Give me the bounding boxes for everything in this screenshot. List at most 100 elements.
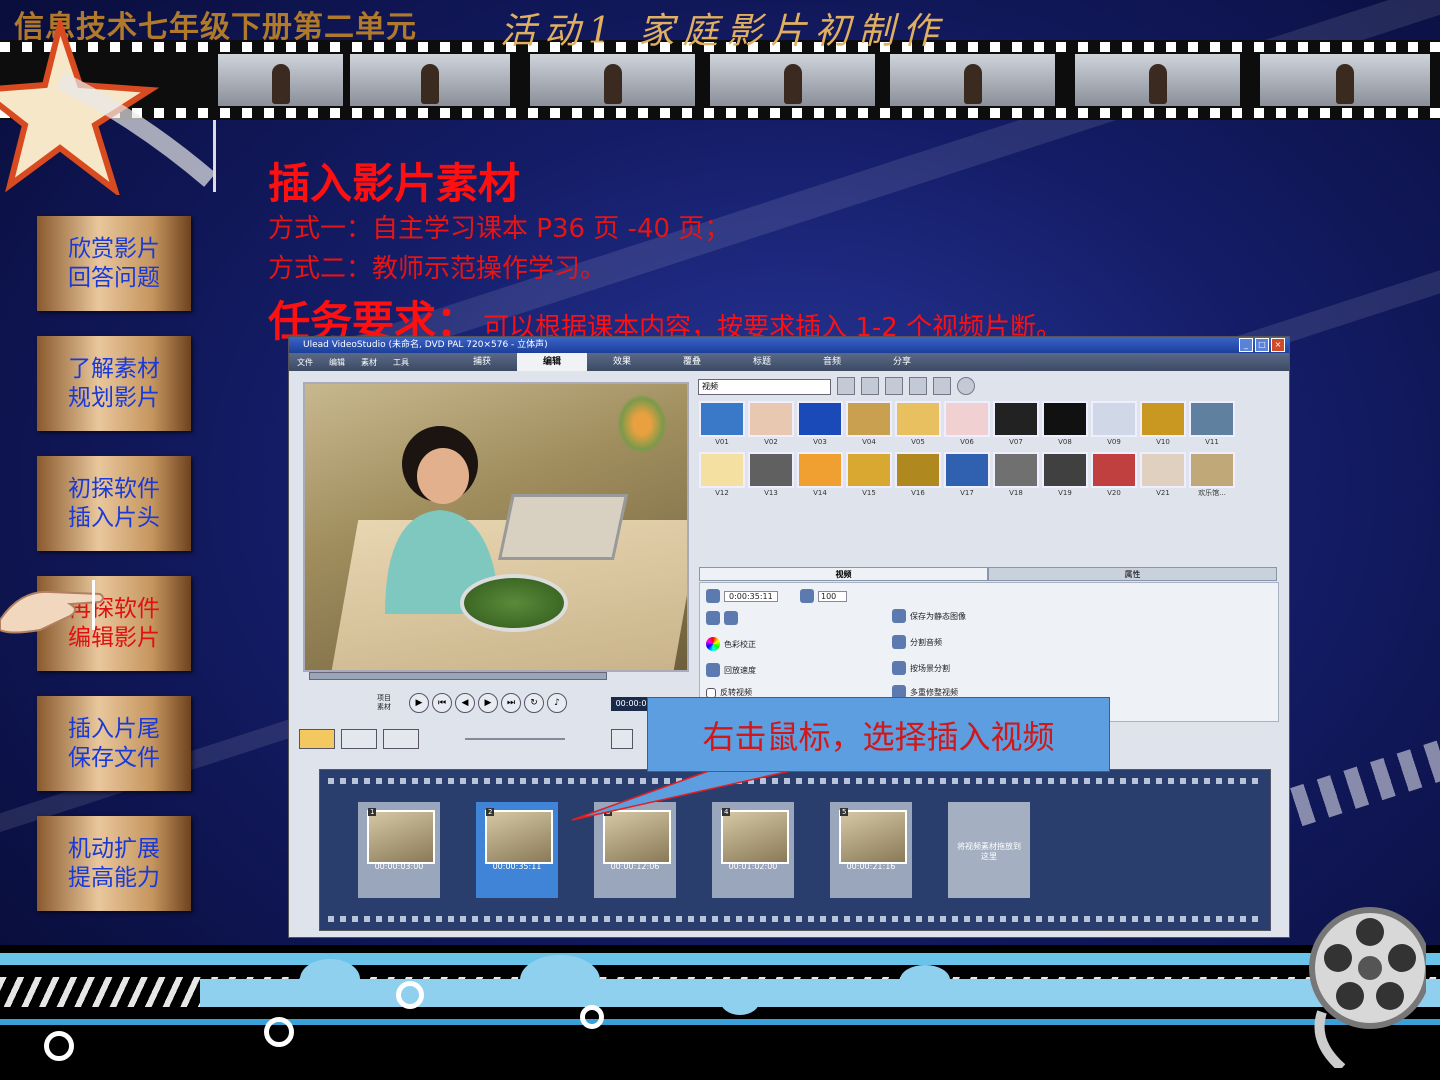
library-thumbnail[interactable]: V01 bbox=[699, 401, 745, 447]
library-thumbnail[interactable]: V06 bbox=[944, 401, 990, 447]
library-thumbnail[interactable]: V04 bbox=[846, 401, 892, 447]
menu-label: 规划影片 bbox=[68, 384, 160, 411]
thumbnail-label: V17 bbox=[960, 489, 974, 497]
storyboard-clip[interactable]: 5 00:00:21:16 bbox=[830, 802, 912, 898]
thumbnail-image bbox=[846, 401, 892, 437]
library-thumbnail[interactable]: V12 bbox=[699, 452, 745, 498]
go-end-icon[interactable]: ⏭ bbox=[501, 693, 521, 713]
view-icon[interactable] bbox=[909, 377, 927, 395]
library-thumbnail[interactable]: V02 bbox=[748, 401, 794, 447]
menu-file[interactable]: 文件 bbox=[289, 357, 321, 368]
library-thumbnail[interactable]: V07 bbox=[993, 401, 1039, 447]
library-thumbnail[interactable]: V20 bbox=[1091, 452, 1137, 498]
color-correction-button[interactable]: 色彩校正 bbox=[706, 637, 756, 651]
timeline-view-icon[interactable] bbox=[341, 729, 377, 749]
thumbnail-label: V16 bbox=[911, 489, 925, 497]
next-frame-icon[interactable]: ▶ bbox=[478, 693, 498, 713]
library-thumbnail[interactable]: V14 bbox=[797, 452, 843, 498]
library-thumbnail[interactable]: V18 bbox=[993, 452, 1039, 498]
method-two-text: 方式二：教师示范操作学习。 bbox=[268, 254, 607, 284]
expand-chevron-icon[interactable] bbox=[957, 377, 975, 395]
preview-flowers bbox=[617, 394, 667, 454]
library-thumbnail[interactable]: V05 bbox=[895, 401, 941, 447]
storyboard-clip[interactable]: 1 00:00:03:00 bbox=[358, 802, 440, 898]
menu-clip[interactable]: 素材 bbox=[353, 357, 385, 368]
thumbnail-image bbox=[944, 452, 990, 488]
library-thumbnail[interactable]: V19 bbox=[1042, 452, 1088, 498]
close-button[interactable]: × bbox=[1271, 338, 1285, 352]
tab-video[interactable]: 视频 bbox=[699, 567, 988, 581]
rotate-buttons[interactable] bbox=[706, 611, 738, 625]
step-edit[interactable]: 编辑 bbox=[517, 353, 587, 371]
thumbnail-label: V19 bbox=[1058, 489, 1072, 497]
clip-duration: 00:01:02:00 bbox=[728, 862, 778, 871]
thumbnail-label: V02 bbox=[764, 438, 778, 446]
prev-frame-icon[interactable]: ◀ bbox=[455, 693, 475, 713]
library-thumbnail[interactable]: V10 bbox=[1140, 401, 1186, 447]
library-thumbnail[interactable]: V13 bbox=[748, 452, 794, 498]
repeat-icon[interactable]: ↻ bbox=[524, 693, 544, 713]
menu-label: 提高能力 bbox=[68, 864, 160, 891]
split-by-scene-button[interactable]: 按场景分割 bbox=[892, 661, 950, 675]
menu-extend[interactable]: 机动扩展 提高能力 bbox=[37, 816, 191, 911]
maximize-button[interactable]: □ bbox=[1255, 338, 1269, 352]
options-icon[interactable] bbox=[933, 377, 951, 395]
audio-view-icon[interactable] bbox=[383, 729, 419, 749]
storyboard-view-icon[interactable] bbox=[299, 729, 335, 749]
menu-label: 回答问题 bbox=[68, 264, 160, 291]
step-share[interactable]: 分享 bbox=[867, 353, 937, 371]
step-capture[interactable]: 捕获 bbox=[447, 353, 517, 371]
menu-insert-ending[interactable]: 插入片尾 保存文件 bbox=[37, 696, 191, 791]
volume-field[interactable]: 100 bbox=[800, 589, 848, 603]
section-heading: 插入影片素材 bbox=[268, 159, 521, 208]
pointing-hand-icon bbox=[0, 580, 104, 634]
library-thumbnail[interactable]: V11 bbox=[1189, 401, 1235, 447]
save-still-image-button[interactable]: 保存为静态图像 bbox=[892, 609, 966, 623]
library-thumbnail[interactable]: V21 bbox=[1140, 452, 1186, 498]
insert-media-icon[interactable] bbox=[611, 729, 633, 749]
library-thumbnail[interactable]: V03 bbox=[797, 401, 843, 447]
thumbnail-image bbox=[1189, 452, 1235, 488]
thumbnail-image bbox=[846, 452, 892, 488]
library-thumbnail[interactable]: V15 bbox=[846, 452, 892, 498]
library-thumbnail[interactable]: V08 bbox=[1042, 401, 1088, 447]
clip-duration: 00:00:12:06 bbox=[610, 862, 660, 871]
split-audio-button[interactable]: 分割音频 bbox=[892, 635, 942, 649]
timecode-display[interactable]: 00:00:0 bbox=[611, 697, 651, 711]
menu-tools[interactable]: 工具 bbox=[385, 357, 417, 368]
minimize-button[interactable]: _ bbox=[1239, 338, 1253, 352]
menu-insert-opening[interactable]: 初探软件 插入片头 bbox=[37, 456, 191, 551]
menu-appreciate-film[interactable]: 欣赏影片 回答问题 bbox=[37, 216, 191, 311]
zoom-slider[interactable] bbox=[465, 738, 565, 740]
menu-plan-film[interactable]: 了解素材 规划影片 bbox=[37, 336, 191, 431]
import-icon[interactable] bbox=[861, 377, 879, 395]
thumbnail-image bbox=[748, 401, 794, 437]
library-thumbnail[interactable]: V17 bbox=[944, 452, 990, 498]
drop-zone[interactable]: 将视频素材拖放到这里 bbox=[948, 802, 1030, 898]
step-overlay[interactable]: 覆叠 bbox=[657, 353, 727, 371]
callout-pointer bbox=[571, 766, 809, 821]
go-start-icon[interactable]: ⏮ bbox=[432, 693, 452, 713]
sort-icon[interactable] bbox=[885, 377, 903, 395]
play-icon[interactable]: ▶ bbox=[409, 693, 429, 713]
duration-field[interactable]: 0:00:35:11 bbox=[706, 589, 778, 603]
thumbnail-image bbox=[797, 401, 843, 437]
library-thumbnail[interactable]: 欢乐馆... bbox=[1189, 452, 1235, 498]
library-toolbar bbox=[837, 377, 975, 395]
bottom-decoration bbox=[0, 945, 1440, 1080]
playback-speed-button[interactable]: 回放速度 bbox=[706, 663, 756, 677]
window-titlebar: Ulead VideoStudio (未命名, DVD PAL 720×576 … bbox=[289, 337, 1289, 353]
menu-edit[interactable]: 编辑 bbox=[321, 357, 353, 368]
volume-icon[interactable]: ♪ bbox=[547, 693, 567, 713]
tab-properties[interactable]: 属性 bbox=[988, 567, 1277, 581]
storyboard-clip[interactable]: 2 00:00:35:11 bbox=[476, 802, 558, 898]
library-dropdown[interactable]: 视频 bbox=[698, 379, 831, 395]
library-thumbnail[interactable]: V09 bbox=[1091, 401, 1137, 447]
project-clip-toggle[interactable]: 项目 素材 bbox=[377, 694, 391, 712]
step-effect[interactable]: 效果 bbox=[587, 353, 657, 371]
step-title[interactable]: 标题 bbox=[727, 353, 797, 371]
library-thumbnail[interactable]: V16 bbox=[895, 452, 941, 498]
step-audio[interactable]: 音频 bbox=[797, 353, 867, 371]
folder-open-icon[interactable] bbox=[837, 377, 855, 395]
preview-scrubber[interactable] bbox=[309, 672, 607, 680]
